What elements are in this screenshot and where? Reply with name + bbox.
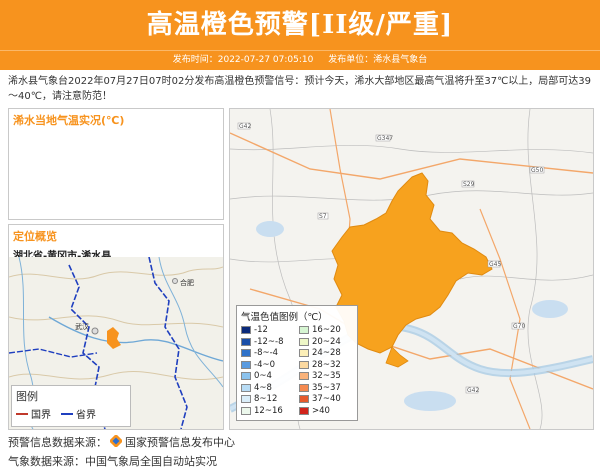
legend-item: -4~0 <box>241 360 295 371</box>
legend-item: 28~32 <box>299 360 353 371</box>
legend-item: 32~35 <box>299 371 353 382</box>
legend-label: -12 <box>254 325 268 336</box>
warning-source[interactable]: 国家预警信息发布中心 <box>125 434 235 450</box>
legend-label: -8~-4 <box>254 348 279 359</box>
weather-source: 中国气象局全国自动站实况 <box>85 455 217 468</box>
main-map[interactable]: G42 G50 S29 G45 S7 G347 G70 G42 气温色值图例（℃… <box>229 108 594 430</box>
warning-center-logo-icon <box>108 433 124 450</box>
road-label-2: G50 <box>531 167 543 174</box>
provincial-border-label: 省界 <box>76 410 96 421</box>
provincial-border-swatch <box>61 412 73 415</box>
location-panel: 定位概览 湖北省-黄冈市-浠水县 合肥 武汉 图例 国界 省界 <box>8 224 224 430</box>
warning-source-line: 预警信息数据来源： 国家预警信息发布中心 <box>8 433 598 450</box>
legend-swatch <box>241 349 251 358</box>
legend-label: 35~37 <box>312 382 341 393</box>
weather-source-line: 气象数据来源： 中国气象局全国自动站实况 <box>8 453 598 469</box>
legend-item: 35~37 <box>299 383 353 394</box>
legend-item: -12 <box>241 325 295 336</box>
legend-label: 16~20 <box>312 325 341 336</box>
temperature-legend-grid: -12 16~20 -12~-8 20~24 -8~-4 24~28 -4~0 28~32 0~… <box>241 325 353 416</box>
legend-label: 32~35 <box>312 371 341 382</box>
legend-swatch <box>241 395 251 404</box>
legend-item: 12~16 <box>241 406 295 417</box>
legend-item: 0~4 <box>241 371 295 382</box>
legend-swatch <box>299 337 309 346</box>
legend-item: 24~28 <box>299 348 353 359</box>
legend-label: 28~32 <box>312 359 341 370</box>
wuhan-label: 武汉 <box>75 322 89 331</box>
legend-swatch <box>299 326 309 335</box>
page-title: 高温橙色预警[II级/严重] <box>146 10 454 40</box>
legend-swatch <box>241 360 251 369</box>
road-label-1: G42 <box>239 123 251 130</box>
legend-swatch <box>241 383 251 392</box>
legend-swatch <box>241 406 251 415</box>
national-border-label: 国界 <box>31 410 51 421</box>
weather-source-label: 气象数据来源： <box>8 455 85 468</box>
road-label-4: G45 <box>489 261 501 268</box>
legend-label: -12~-8 <box>254 336 284 347</box>
national-border-swatch <box>16 412 28 415</box>
location-panel-title: 定位概览 <box>13 230 57 243</box>
meta-bar: 发布时间：2022-07-27 07:05:10 发布单位：浠水县气象台 <box>0 50 600 70</box>
legend-swatch <box>299 349 309 358</box>
road-label-7: G70 <box>513 323 525 330</box>
signal-text: 浠水县气象台2022年07月27日07时02分发布高温橙色预警信号：预计今天，浠… <box>8 76 592 102</box>
legend-label: 4~8 <box>254 382 272 393</box>
legend-swatch <box>299 360 309 369</box>
legend-label: >40 <box>312 405 330 416</box>
legend-item: 8~12 <box>241 394 295 405</box>
temperature-legend-title: 气温色值图例（℃） <box>241 312 328 323</box>
hefei-label: 合肥 <box>180 278 194 287</box>
legend-swatch <box>241 372 251 381</box>
legend-item: -12~-8 <box>241 337 295 348</box>
legend-item: 37~40 <box>299 394 353 405</box>
temperature-panel-title: 浠水当地气温实况(℃) <box>13 114 125 127</box>
legend-swatch <box>299 395 309 404</box>
road-label-3: S29 <box>463 181 475 188</box>
legend-label: 0~4 <box>254 371 272 382</box>
legend-swatch <box>299 383 309 392</box>
legend-item: 20~24 <box>299 337 353 348</box>
overview-legend: 图例 国界 省界 <box>11 385 131 427</box>
legend-label: 37~40 <box>312 394 341 405</box>
road-label-6: G347 <box>377 135 393 142</box>
overview-map[interactable]: 合肥 武汉 图例 国界 省界 <box>9 257 223 429</box>
legend-item: 16~20 <box>299 325 353 336</box>
legend-item: -8~-4 <box>241 348 295 359</box>
temperature-legend: 气温色值图例（℃） -12 16~20 -12~-8 20~24 -8~-4 24~28-… <box>236 305 358 421</box>
legend-label: 12~16 <box>254 405 283 416</box>
legend-item: 4~8 <box>241 383 295 394</box>
legend-label: 20~24 <box>312 336 341 347</box>
legend-swatch <box>241 326 251 335</box>
warning-source-label: 预警信息数据来源： <box>8 436 107 449</box>
legend-label: 8~12 <box>254 394 278 405</box>
legend-swatch <box>241 337 251 346</box>
legend-item: >40 <box>299 406 353 417</box>
legend-swatch <box>299 372 309 381</box>
road-label-5: S7 <box>319 213 327 220</box>
legend-swatch <box>299 406 309 415</box>
legend-label: 24~28 <box>312 348 341 359</box>
temperature-panel: 浠水当地气温实况(℃) <box>8 108 224 220</box>
publish-time: 发布时间：2022-07-27 07:05:10 <box>172 55 314 65</box>
legend-label: -4~0 <box>254 359 276 370</box>
publisher: 发布单位：浠水县气象台 <box>328 55 428 65</box>
header-banner: 高温橙色预警[II级/严重] <box>0 0 600 50</box>
road-label-8: G42 <box>467 387 479 394</box>
overview-legend-title: 图例 <box>16 390 38 403</box>
